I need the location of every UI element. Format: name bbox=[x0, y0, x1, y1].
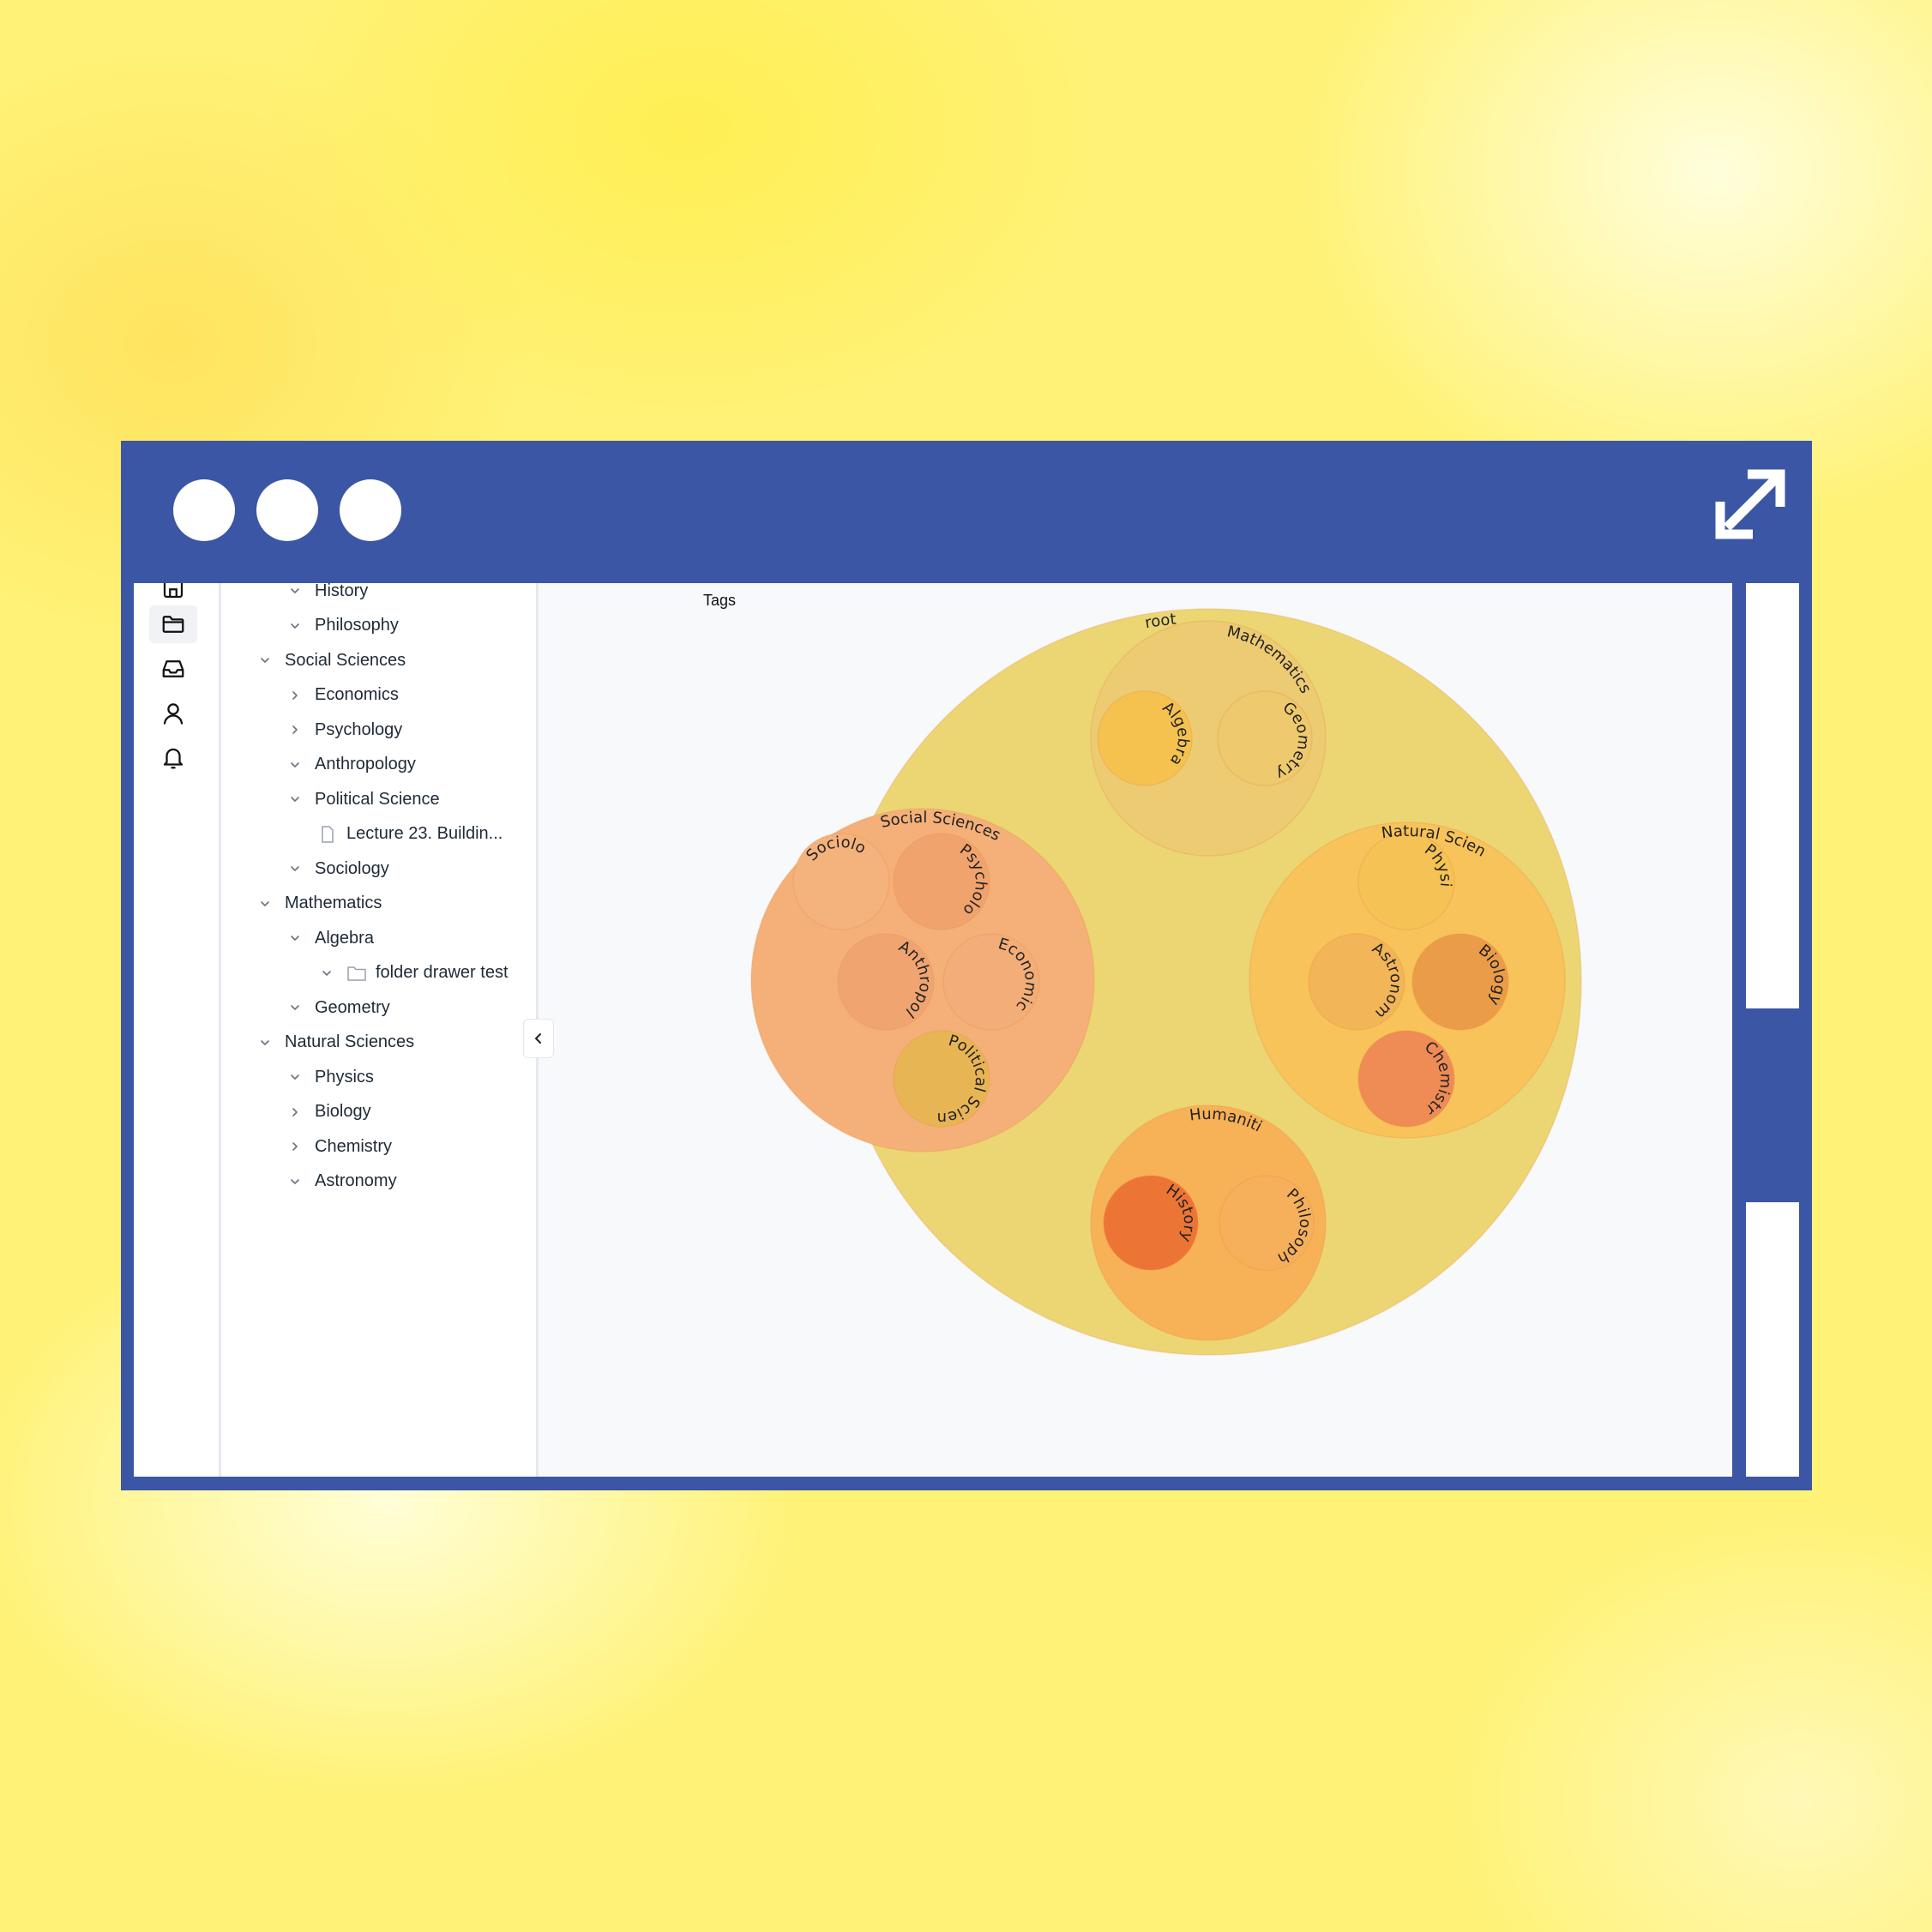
tree-item[interactable]: Astronomy bbox=[286, 1165, 397, 1198]
chevron-down-icon[interactable] bbox=[286, 998, 304, 1017]
collapse-sidebar-button[interactable] bbox=[523, 1019, 554, 1058]
tree-item-label: Geometry bbox=[315, 997, 390, 1017]
tree-item[interactable]: Algebra bbox=[286, 922, 374, 954]
tree-item[interactable]: Philosophy bbox=[286, 610, 399, 642]
right-scroll-panel-bottom bbox=[1746, 1202, 1799, 1477]
bell-icon[interactable] bbox=[149, 739, 197, 777]
chevron-down-icon[interactable] bbox=[286, 929, 304, 948]
folder-icon[interactable] bbox=[149, 605, 197, 643]
chevron-down-icon[interactable] bbox=[317, 964, 336, 983]
file-icon bbox=[317, 825, 338, 844]
tree-item-label: Physics bbox=[315, 1067, 374, 1086]
chevron-down-icon[interactable] bbox=[286, 1172, 304, 1191]
tree-item[interactable]: Mathematics bbox=[256, 888, 382, 920]
window-dot-minimize[interactable] bbox=[256, 479, 318, 541]
tree-item[interactable]: Social Sciences bbox=[256, 644, 406, 677]
tags-panel: Tags root Mathematics Social Sciences Natur… bbox=[539, 583, 1732, 1477]
chevron-right-icon[interactable] bbox=[286, 1137, 304, 1156]
chevron-down-icon[interactable] bbox=[286, 755, 304, 774]
tree-item-label: folder drawer test bbox=[376, 963, 509, 982]
tree-item-label: Anthropology bbox=[315, 755, 416, 773]
chevron-down-icon[interactable] bbox=[286, 790, 304, 809]
tree-item-label: Lecture 23. Buildin... bbox=[346, 824, 503, 843]
folder-tree: History Philosophy Social Sciences Economic… bbox=[221, 583, 539, 1477]
chevron-left-icon bbox=[535, 1033, 541, 1044]
tree-item[interactable]: Sociology bbox=[286, 852, 389, 885]
chevron-down-icon[interactable] bbox=[286, 859, 304, 878]
chevron-down-icon[interactable] bbox=[256, 651, 274, 670]
tree-item[interactable]: Geometry bbox=[286, 991, 390, 1024]
tree-item-label: Philosophy bbox=[315, 616, 399, 635]
tree-item-label: Psychology bbox=[315, 719, 403, 739]
expand-arrows-icon[interactable] bbox=[1710, 464, 1791, 545]
window-dot-maximize[interactable] bbox=[340, 479, 401, 541]
app-window: History Philosophy Social Sciences Economic… bbox=[121, 441, 1812, 1490]
tree-item[interactable]: Lecture 23. Buildin... bbox=[317, 818, 503, 851]
inbox-icon[interactable] bbox=[149, 650, 197, 688]
chevron-down-icon[interactable] bbox=[286, 617, 304, 635]
chevron-down-icon[interactable] bbox=[256, 1033, 274, 1052]
folder-icon bbox=[346, 964, 367, 983]
icon-rail bbox=[134, 583, 221, 1477]
tree-item-label: Political Science bbox=[315, 789, 440, 809]
tree-item[interactable]: Chemistry bbox=[286, 1130, 392, 1163]
right-scroll-panel-top bbox=[1746, 583, 1799, 1008]
tree-item-label: History bbox=[315, 583, 369, 600]
tree-item-label: Sociology bbox=[315, 858, 389, 878]
tree-item-label: Astronomy bbox=[315, 1171, 397, 1190]
tree-item[interactable]: Biology bbox=[286, 1096, 371, 1129]
tree-item-label: Chemistry bbox=[315, 1136, 393, 1156]
chevron-right-icon[interactable] bbox=[286, 1103, 304, 1122]
tree-item[interactable]: Physics bbox=[286, 1061, 374, 1093]
chevron-down-icon[interactable] bbox=[286, 583, 304, 600]
tree-item-label: Economics bbox=[315, 685, 399, 704]
tree-item[interactable]: Political Science bbox=[286, 783, 440, 816]
chevron-down-icon[interactable] bbox=[286, 1068, 304, 1086]
chevron-down-icon[interactable] bbox=[256, 894, 274, 913]
tree-item[interactable]: Psychology bbox=[286, 713, 402, 746]
chevron-right-icon[interactable] bbox=[286, 686, 304, 705]
tree-item[interactable]: Anthropology bbox=[286, 749, 416, 781]
chevron-right-icon[interactable] bbox=[286, 720, 304, 739]
user-icon[interactable] bbox=[149, 695, 197, 732]
tag-label-sociology: Sociology bbox=[539, 583, 869, 864]
tree-item[interactable]: Natural Sciences bbox=[256, 1026, 414, 1059]
tree-item-label: Biology bbox=[315, 1102, 371, 1121]
tree-item-label: Algebra bbox=[315, 928, 374, 948]
tree-item-label: Social Sciences bbox=[285, 650, 406, 670]
tree-item-label: Natural Sciences bbox=[285, 1032, 415, 1051]
tree-item[interactable]: Economics bbox=[286, 679, 399, 712]
home-icon[interactable] bbox=[149, 583, 197, 607]
tree-item[interactable]: History bbox=[286, 583, 368, 607]
window-dot-close[interactable] bbox=[173, 479, 235, 541]
app-content: History Philosophy Social Sciences Economic… bbox=[134, 583, 1732, 1477]
tree-item-label: Mathematics bbox=[285, 894, 382, 912]
circle-pack-chart: rootMathematicsSocial Sciences Natural Sc… bbox=[539, 583, 1582, 1356]
tree-item[interactable]: folder drawer test bbox=[317, 957, 509, 990]
